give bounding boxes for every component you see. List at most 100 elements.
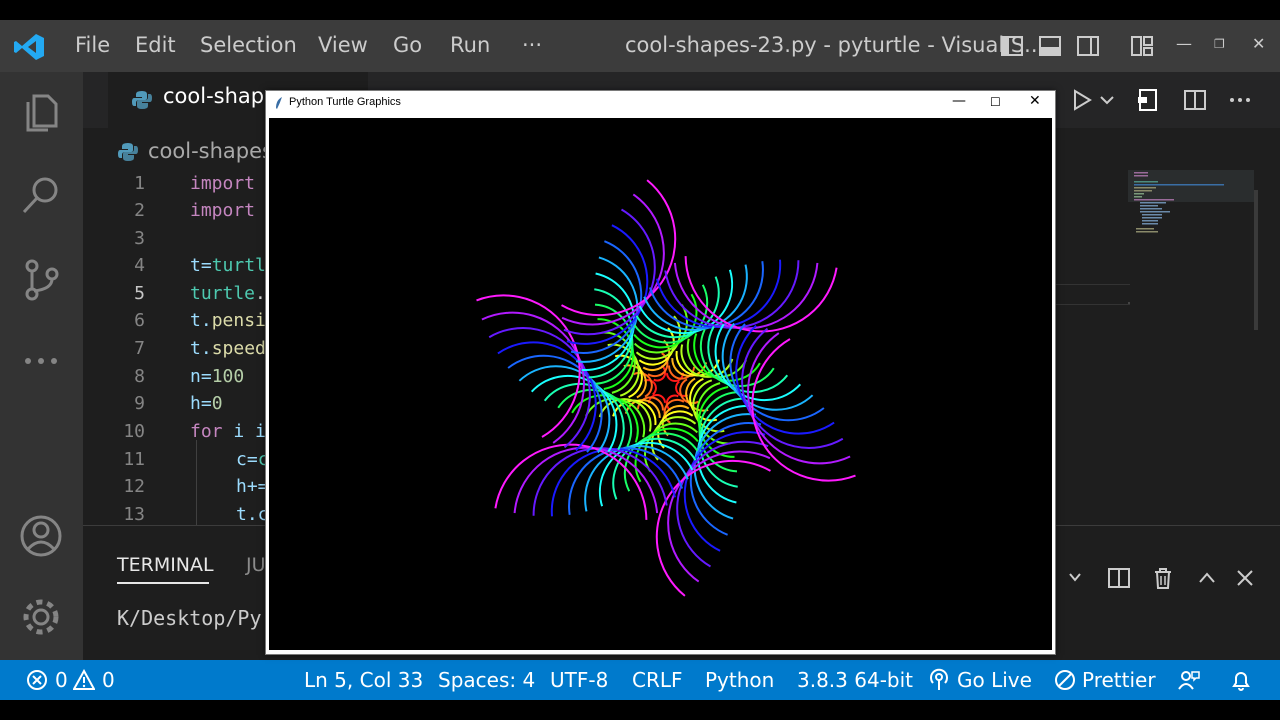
code-token: 0 <box>211 393 223 414</box>
minimap[interactable] <box>1128 170 1258 330</box>
code-token: turtle <box>190 283 256 304</box>
line-number: 13 <box>123 504 145 525</box>
status-bar: 0 0 Ln 5, Col 33 Spaces: 4 UTF-8 CRLF Py… <box>0 660 1280 700</box>
code-token: import <box>190 200 256 221</box>
split-terminal-icon[interactable] <box>1107 566 1131 590</box>
prettier-check-icon[interactable] <box>1054 669 1076 691</box>
line-number: 3 <box>134 228 145 249</box>
source-control-icon[interactable] <box>18 256 64 302</box>
chevron-down-icon[interactable] <box>1068 570 1082 584</box>
code-line[interactable]: turtle. <box>190 283 266 304</box>
code-token: t.c <box>236 504 269 525</box>
turtle-window-title: Python Turtle Graphics <box>289 96 401 108</box>
line-number: 8 <box>134 366 145 387</box>
line-number: 7 <box>134 338 145 359</box>
code-token: pensi <box>211 310 266 331</box>
language-mode[interactable]: Python <box>705 668 774 692</box>
python-file-icon <box>132 91 152 109</box>
run-icon[interactable] <box>1070 88 1094 112</box>
warning-icon[interactable] <box>73 669 95 691</box>
more-actions-icon[interactable] <box>1228 88 1252 112</box>
terminal-output[interactable]: K/Desktop/Py <box>117 606 262 630</box>
toggle-secondary-sidebar-icon[interactable] <box>1076 34 1100 58</box>
error-icon[interactable] <box>26 669 48 691</box>
open-preview-icon[interactable] <box>1136 88 1160 112</box>
code-token: speed <box>211 338 266 359</box>
explorer-icon[interactable] <box>18 90 64 136</box>
line-ending[interactable]: CRLF <box>632 668 683 692</box>
code-token: for <box>190 421 223 442</box>
customize-layout-icon[interactable] <box>1130 34 1154 58</box>
chevron-down-icon[interactable] <box>1099 92 1115 108</box>
minimize-button[interactable]: — <box>1176 34 1192 53</box>
spiral-arc <box>714 323 802 402</box>
spiral-arc <box>563 208 656 336</box>
line-number: 1 <box>134 173 145 194</box>
code-line[interactable]: h+= <box>236 476 269 497</box>
turtle-maximize-button[interactable]: ☐ <box>990 95 1001 109</box>
bell-icon[interactable] <box>1229 668 1253 692</box>
breadcrumb-python-icon <box>118 143 138 161</box>
code-line[interactable]: for i i <box>190 421 266 442</box>
line-number: 9 <box>134 393 145 414</box>
code-line[interactable]: c=c <box>236 449 269 470</box>
search-icon[interactable] <box>18 172 64 218</box>
line-number: 6 <box>134 310 145 331</box>
tab-terminal[interactable]: TERMINAL <box>117 554 214 576</box>
turtle-graphics-window[interactable]: Python Turtle Graphics — ☐ ✕ <box>265 90 1056 655</box>
error-count[interactable]: 0 <box>55 668 68 692</box>
toggle-panel-icon[interactable] <box>1038 34 1062 58</box>
menu-selection[interactable]: Selection <box>200 33 297 57</box>
restore-button[interactable]: ❐ <box>1214 37 1225 51</box>
code-line[interactable]: t.speed <box>190 338 266 359</box>
code-line[interactable]: import <box>190 200 255 221</box>
breadcrumb[interactable]: cool-shapes <box>148 139 273 163</box>
code-token: h= <box>190 393 212 414</box>
code-token: t. <box>190 310 212 331</box>
more-icon[interactable] <box>18 338 64 384</box>
turtle-minimize-button[interactable]: — <box>952 93 966 109</box>
split-editor-icon[interactable] <box>1183 88 1207 112</box>
prettier[interactable]: Prettier <box>1082 668 1156 692</box>
go-live[interactable]: Go Live <box>957 668 1032 692</box>
broadcast-icon[interactable] <box>928 668 950 692</box>
tab-jupyter[interactable]: JU <box>246 554 266 576</box>
cursor-position[interactable]: Ln 5, Col 33 <box>304 668 423 692</box>
code-token: t. <box>190 338 212 359</box>
spiral-arc <box>530 374 618 453</box>
code-line[interactable]: import <box>190 173 255 194</box>
menu-run[interactable]: Run <box>450 33 490 57</box>
menu-view[interactable]: View <box>318 33 368 57</box>
code-token: h+= <box>236 476 269 497</box>
close-panel-icon[interactable] <box>1235 568 1255 588</box>
title-bar: File Edit Selection View Go Run ··· cool… <box>0 20 1280 72</box>
turtle-close-button[interactable]: ✕ <box>1029 93 1041 109</box>
python-interpreter[interactable]: 3.8.3 64-bit <box>797 668 913 692</box>
settings-icon[interactable] <box>18 594 64 640</box>
feedback-icon[interactable] <box>1177 668 1201 692</box>
code-line[interactable]: h=0 <box>190 393 223 414</box>
toggle-sidebar-icon[interactable] <box>1000 34 1024 58</box>
code-line[interactable]: t.c <box>236 504 269 525</box>
maximize-panel-icon[interactable] <box>1197 568 1217 588</box>
code-line[interactable]: t=turtl <box>190 255 266 276</box>
line-number: 11 <box>123 449 145 470</box>
line-number: 10 <box>123 421 145 442</box>
code-token: 100 <box>211 366 245 387</box>
encoding[interactable]: UTF-8 <box>550 668 608 692</box>
code-line[interactable]: n=100 <box>190 366 244 387</box>
menu-edit[interactable]: Edit <box>135 33 176 57</box>
turtle-canvas[interactable] <box>269 118 1052 650</box>
spiral-arc <box>612 399 657 426</box>
account-icon[interactable] <box>18 513 64 559</box>
tab-terminal-underline <box>117 582 209 584</box>
menu-file[interactable]: File <box>75 33 110 57</box>
close-button[interactable]: ✕ <box>1252 34 1265 53</box>
trash-icon[interactable] <box>1151 566 1175 590</box>
line-number: 4 <box>134 255 145 276</box>
indentation[interactable]: Spaces: 4 <box>438 668 535 692</box>
menu-more[interactable]: ··· <box>522 33 542 57</box>
menu-go[interactable]: Go <box>393 33 422 57</box>
code-line[interactable]: t.pensi <box>190 310 266 331</box>
warning-count[interactable]: 0 <box>102 668 115 692</box>
